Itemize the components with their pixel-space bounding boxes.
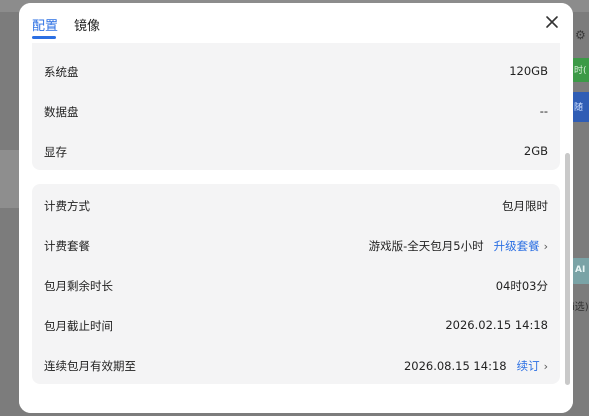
billing-plan-label: 计费套餐	[44, 239, 90, 253]
system-disk-label: 系统盘	[44, 65, 79, 79]
deadline-value: 2026.02.15 14:18	[445, 318, 548, 332]
chevron-right-icon[interactable]: ›	[544, 360, 548, 373]
renewal-label: 连续包月有效期至	[44, 359, 136, 373]
config-dialog: 配置 镜像 系统盘 120GB 数据盘 -- 显存 2GB 计费方式 包月限时 …	[19, 3, 573, 413]
deadline-label: 包月截止时间	[44, 319, 113, 333]
scrollbar-thumb[interactable]	[565, 153, 570, 385]
dialog-header: 配置 镜像	[19, 3, 573, 43]
renewal-row: 连续包月有效期至 2026.08.15 14:18 续订 ›	[32, 346, 560, 386]
vram-value: 2GB	[523, 144, 548, 158]
background-ai-badge: AI	[571, 258, 589, 284]
upgrade-plan-link[interactable]: 升级套餐	[494, 239, 540, 253]
hardware-row-data-disk: 数据盘 --	[32, 92, 560, 132]
remaining-time-row: 包月剩余时长 04时03分	[32, 266, 560, 306]
data-disk-label: 数据盘	[44, 105, 79, 119]
active-tab-indicator	[32, 36, 56, 39]
chevron-right-icon[interactable]: ›	[544, 240, 548, 253]
billing-method-value: 包月限时	[502, 199, 548, 213]
billing-card: 计费方式 包月限时 计费套餐 游戏版-全天包月5小时 升级套餐 › 包月剩余时长 0…	[32, 184, 560, 384]
background-blue-button: 随	[571, 92, 589, 122]
billing-method-label: 计费方式	[44, 199, 90, 213]
vram-label: 显存	[44, 145, 67, 159]
renew-link[interactable]: 续订	[517, 359, 540, 373]
billing-plan-row: 计费套餐 游戏版-全天包月5小时 升级套餐 ›	[32, 226, 560, 266]
renewal-value-group: 2026.08.15 14:18 续订 ›	[404, 358, 548, 374]
deadline-row: 包月截止时间 2026.02.15 14:18	[32, 306, 560, 346]
billing-plan-value: 游戏版-全天包月5小时	[368, 239, 484, 253]
hardware-row-vram: 显存 2GB	[32, 132, 560, 172]
system-disk-value: 120GB	[509, 64, 548, 78]
hardware-card: 系统盘 120GB 数据盘 -- 显存 2GB	[32, 39, 560, 170]
tab-image[interactable]: 镜像	[74, 15, 100, 34]
background-side-text: i选)	[572, 302, 589, 313]
close-icon[interactable]	[543, 13, 561, 31]
background-green-badge: 时(	[571, 58, 589, 82]
gear-icon: ⚙	[575, 28, 586, 42]
data-disk-value: --	[539, 104, 548, 118]
hardware-row-system-disk: 系统盘 120GB	[32, 52, 560, 92]
renewal-value: 2026.08.15 14:18	[403, 359, 507, 373]
tab-config[interactable]: 配置	[32, 15, 58, 34]
billing-plan-value-group: 游戏版-全天包月5小时 升级套餐 ›	[369, 238, 548, 254]
remaining-time-label: 包月剩余时长	[44, 279, 113, 293]
dialog-content: 系统盘 120GB 数据盘 -- 显存 2GB 计费方式 包月限时 计费套餐 游…	[19, 39, 573, 413]
billing-method-row: 计费方式 包月限时	[32, 186, 560, 226]
remaining-time-value: 04时03分	[495, 279, 548, 293]
